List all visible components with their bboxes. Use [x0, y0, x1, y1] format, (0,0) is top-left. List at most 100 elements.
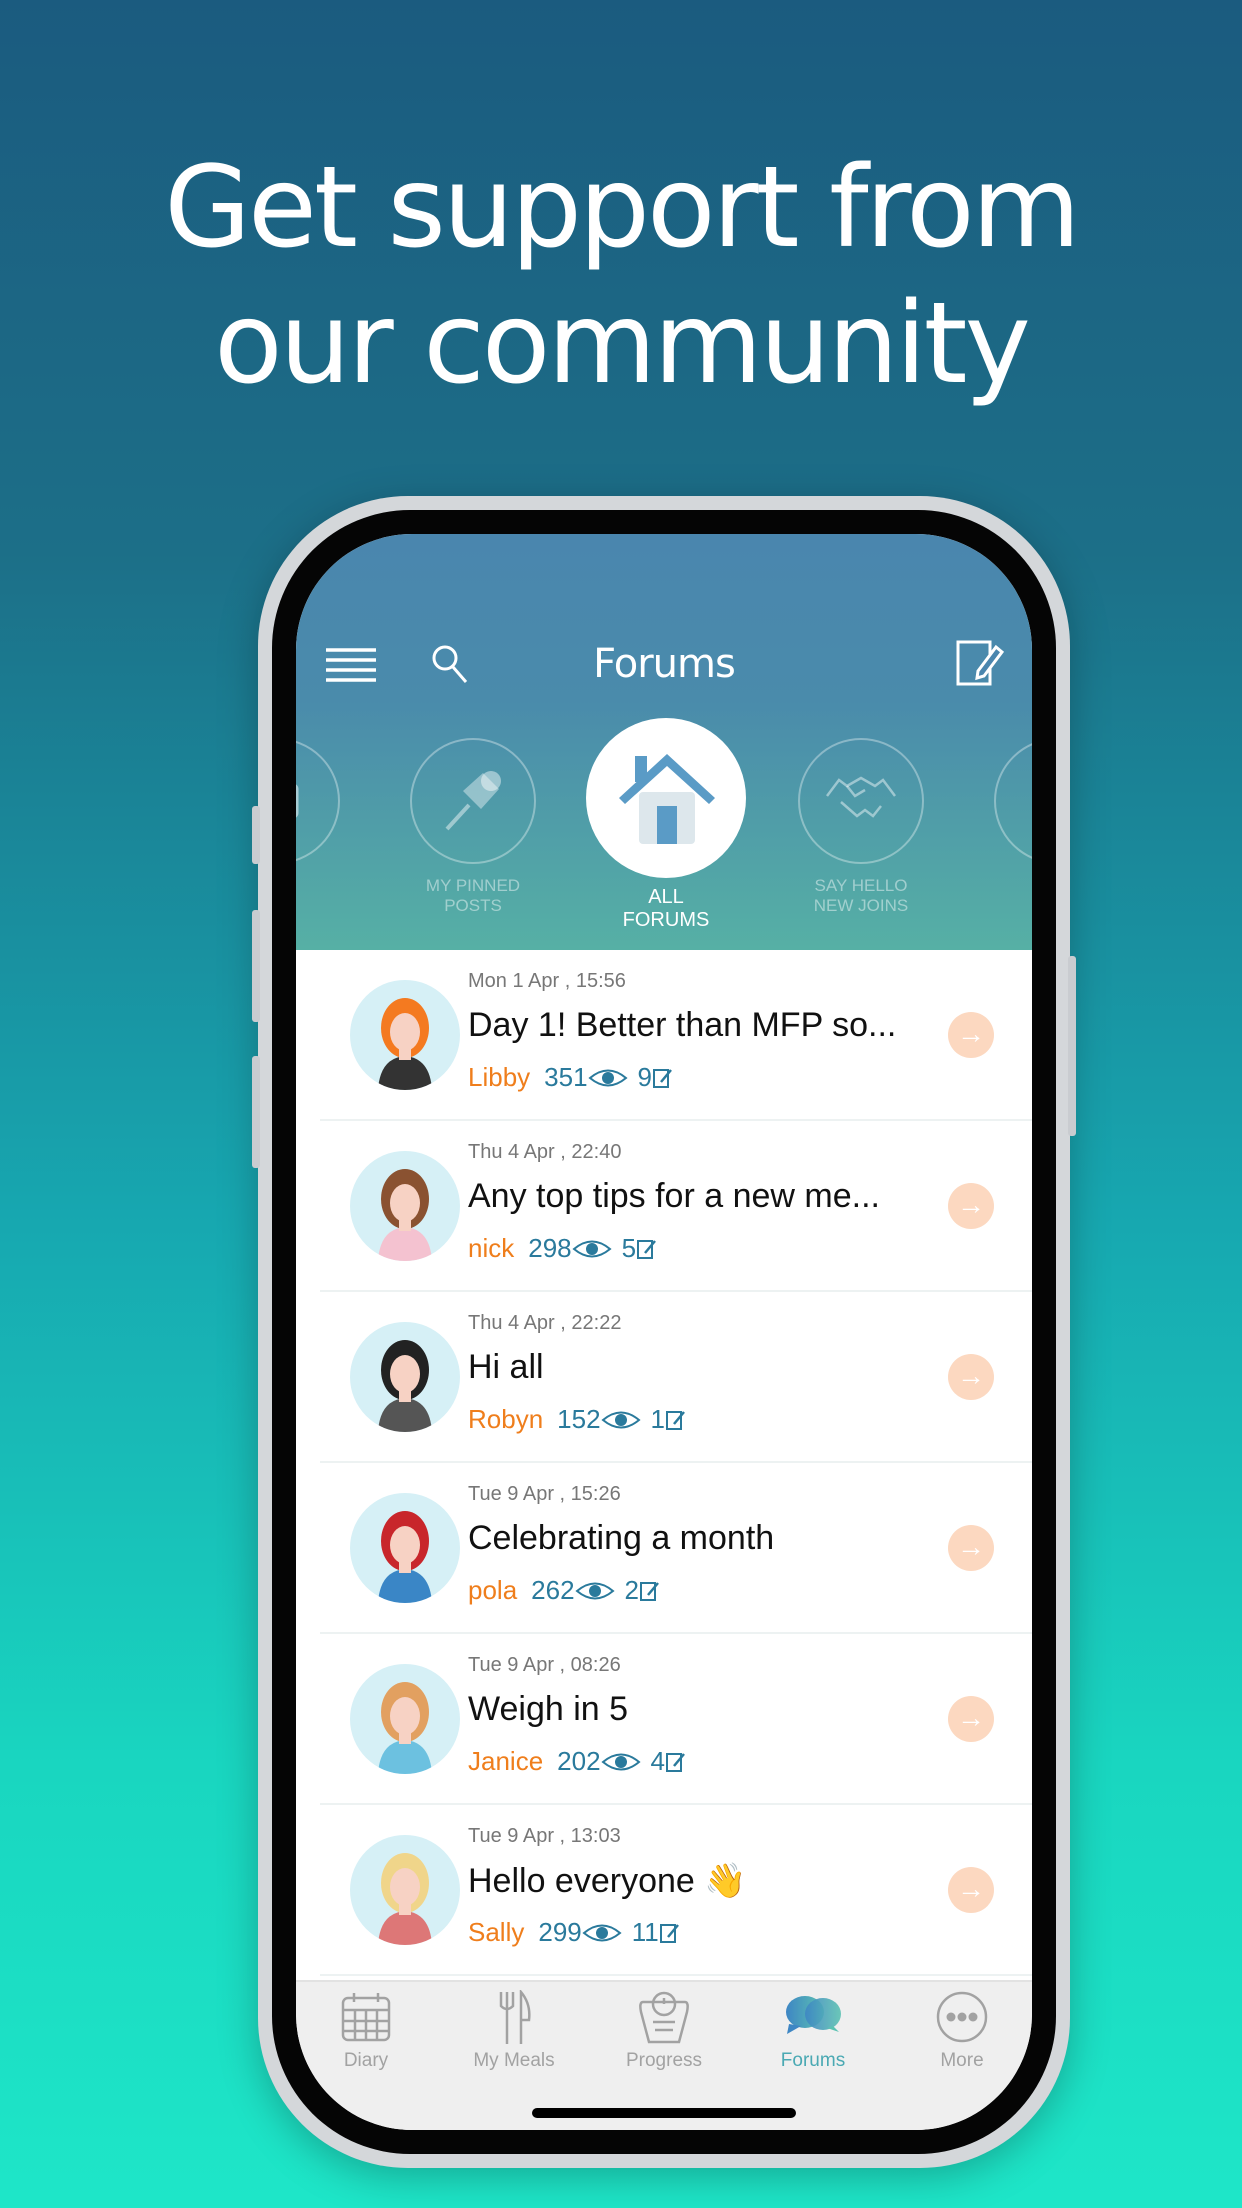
open-post-arrow-icon[interactable]: → — [948, 1012, 994, 1058]
house-icon — [619, 754, 715, 844]
edit-icon — [637, 1240, 657, 1259]
eye-icon — [574, 1582, 615, 1600]
post-title[interactable]: Hello everyone 👋 — [468, 1861, 747, 1901]
open-post-arrow-icon[interactable]: → — [948, 1525, 994, 1571]
open-post-arrow-icon[interactable]: → — [948, 1696, 994, 1742]
post-title[interactable]: Any top tips for a new me... — [468, 1177, 880, 1216]
chat-bubbles-icon — [786, 1996, 841, 2034]
reply-count: 9 — [637, 1062, 653, 1092]
headline-line-2: our community — [214, 279, 1031, 409]
post-author[interactable]: Robyn — [468, 1404, 543, 1434]
edit-icon — [659, 1924, 679, 1943]
tab-progress[interactable]: Progress — [594, 1990, 734, 2072]
view-count: 351 — [544, 1062, 588, 1092]
scale-icon — [639, 1991, 689, 2044]
avatar — [350, 1835, 460, 1945]
handshake-icon — [826, 776, 896, 818]
speech-icon — [1027, 771, 1032, 831]
open-post-arrow-icon[interactable]: → — [948, 1354, 994, 1400]
tab-label: Diary — [343, 2050, 389, 2071]
compose-icon[interactable] — [956, 639, 1004, 687]
post-date: Tue 9 Apr , 08:26 — [468, 1654, 621, 1676]
tab-diary[interactable]: Diary — [296, 1990, 436, 2072]
app-screen: Forums S MY PINNEDPOSTS ALLFORUMS SAY HE… — [296, 534, 1032, 2130]
avatar — [350, 1151, 460, 1261]
category-label: SAY HELLO — [814, 876, 908, 895]
eye-icon — [587, 1069, 628, 1087]
category-label: FORUMS — [622, 909, 710, 931]
pushpin-icon — [445, 771, 501, 831]
category-general[interactable]: GE — [994, 738, 1032, 896]
post-author[interactable]: Janice — [468, 1746, 543, 1776]
category-say-hello-new-joins[interactable]: SAY HELLO NEW JOINS — [798, 738, 924, 916]
news-icon — [296, 784, 299, 818]
edit-icon — [653, 1069, 672, 1088]
post-author[interactable]: Sally — [468, 1917, 524, 1947]
tab-bar: Diary My Meals Progress Forums More — [296, 1980, 1032, 2130]
reply-count: 1 — [650, 1404, 666, 1434]
category-label: S — [296, 876, 340, 896]
post-author[interactable]: nick — [468, 1233, 514, 1263]
forum-post-row[interactable]: Tue 9 Apr , 08:26 Weigh in 5 Janice 202 4 … — [320, 1634, 1032, 1805]
power-button — [1068, 956, 1076, 1136]
fork-knife-icon — [499, 1990, 531, 2044]
edit-icon — [666, 1753, 685, 1772]
post-title[interactable]: Celebrating a month — [468, 1519, 774, 1558]
more-icon — [936, 1991, 988, 2043]
tab-more[interactable]: More — [892, 1990, 1032, 2072]
phone-frame: Forums S MY PINNEDPOSTS ALLFORUMS SAY HE… — [252, 496, 1076, 2168]
forums-header: Forums S MY PINNEDPOSTS ALLFORUMS SAY HE… — [296, 534, 1032, 950]
eye-icon — [600, 1753, 641, 1771]
tab-forums[interactable]: Forums — [743, 1990, 883, 2072]
avatar — [350, 1664, 460, 1774]
reply-count: 4 — [650, 1746, 666, 1776]
reply-count: 11 — [631, 1917, 659, 1947]
eye-icon — [582, 1924, 622, 1942]
avatar — [350, 980, 460, 1090]
post-date: Mon 1 Apr , 15:56 — [468, 970, 626, 992]
post-title[interactable]: Hi all — [468, 1348, 544, 1387]
avatar — [350, 1493, 460, 1603]
forum-post-row[interactable]: Thu 4 Apr , 22:40 Any top tips for a new… — [320, 1121, 1032, 1292]
post-title[interactable]: Weigh in 5 — [468, 1690, 628, 1729]
mute-switch — [252, 806, 260, 864]
tab-label: Forums — [780, 2050, 846, 2071]
page-title: Forums — [593, 641, 736, 687]
tab-label: Progress — [625, 2050, 703, 2071]
open-post-arrow-icon[interactable]: → — [948, 1867, 994, 1913]
forum-post-row[interactable]: Tue 9 Apr , 13:03 Hello everyone 👋 Sally… — [320, 1805, 1032, 1976]
calendar-icon — [341, 1993, 391, 2042]
view-count: 152 — [557, 1404, 601, 1434]
category-my-pinned-posts[interactable]: MY PINNED POSTS — [410, 738, 536, 916]
forum-post-row[interactable]: Thu 4 Apr , 22:22 Hi all Robyn 152 1 → — [320, 1292, 1032, 1463]
category-label: ALL — [648, 886, 684, 908]
view-count: 202 — [557, 1746, 601, 1776]
avatar — [350, 1322, 460, 1432]
post-date: Tue 9 Apr , 15:26 — [468, 1483, 621, 1505]
forum-post-row[interactable]: Mon 1 Apr , 15:56 Day 1! Better than MFP… — [320, 950, 1032, 1121]
edit-icon — [640, 1582, 659, 1601]
category-label: POSTS — [444, 896, 502, 915]
tab-my-meals[interactable]: My Meals — [444, 1990, 584, 2072]
forum-post-list: Mon 1 Apr , 15:56 Day 1! Better than MFP… — [296, 950, 1032, 1976]
tab-label: More — [940, 2050, 984, 2071]
eye-icon — [572, 1240, 612, 1258]
tab-label: My Meals — [473, 2050, 555, 2071]
post-title[interactable]: Day 1! Better than MFP so... — [468, 1006, 896, 1045]
open-post-arrow-icon[interactable]: → — [948, 1183, 994, 1229]
eye-icon — [600, 1411, 641, 1429]
view-count: 299 — [538, 1917, 582, 1947]
post-author[interactable]: Libby — [468, 1062, 530, 1092]
home-indicator[interactable] — [532, 2108, 796, 2118]
category-all-forums[interactable]: ALL FORUMS — [586, 718, 746, 932]
headline-line-1: Get support from — [164, 143, 1080, 273]
post-date: Thu 4 Apr , 22:40 — [468, 1141, 622, 1163]
category-label: MY PINNED — [425, 876, 521, 895]
headline: Get support from our community — [0, 140, 1242, 412]
category-label: NEW JOINS — [813, 896, 909, 915]
post-date: Tue 9 Apr , 13:03 — [468, 1825, 621, 1847]
forum-post-row[interactable]: Tue 9 Apr , 15:26 Celebrating a month po… — [320, 1463, 1032, 1634]
volume-down-button — [252, 1056, 260, 1168]
category-news[interactable]: S — [296, 738, 340, 896]
post-author[interactable]: pola — [468, 1575, 517, 1605]
